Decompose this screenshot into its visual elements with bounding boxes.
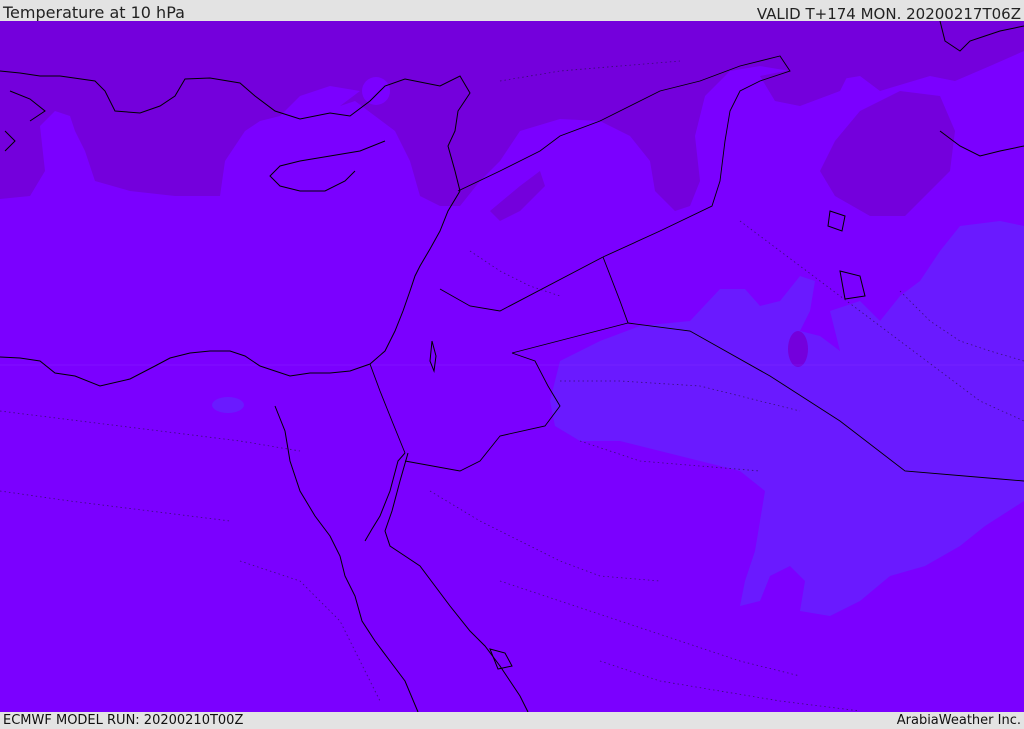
model-run-label: ECMWF MODEL RUN: 20200210T00Z [3,713,244,728]
credit-label: ArabiaWeather Inc. [896,713,1021,728]
temperature-map [0,21,1024,712]
cool-spot-gulf [788,331,808,367]
cool-spot-sinai [212,397,244,413]
map-title: Temperature at 10 hPa [3,3,185,22]
cool-spot-anatolia [362,77,390,105]
map-frame: Temperature at 10 hPa VALID T+174 MON. 2… [0,0,1024,729]
